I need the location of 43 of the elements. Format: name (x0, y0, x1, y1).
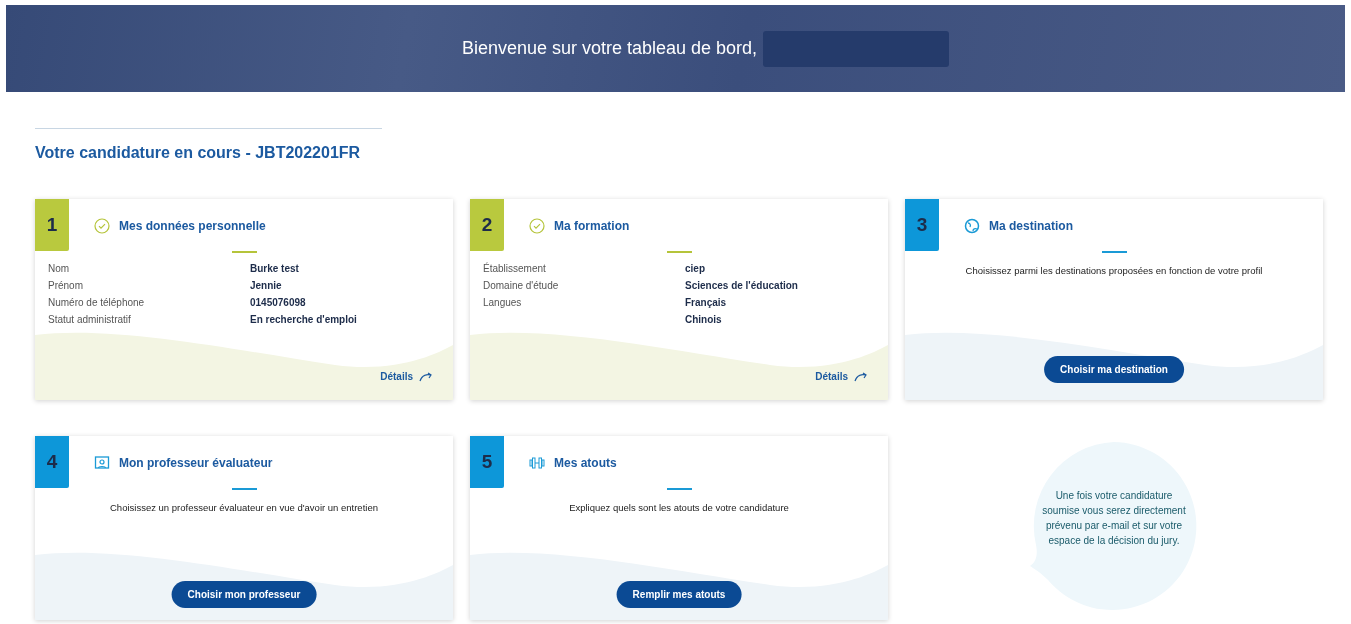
card-description: Expliquez quels sont les atouts de votre candidature (568, 502, 790, 513)
dumbbell-icon (529, 455, 545, 471)
field-value: ciep (685, 263, 706, 274)
step-number: 4 (35, 436, 69, 488)
info-text: Une fois votre candidature soumise vous serez directement prévenu par e-mail et sur votre espace de la décision du jury. (1042, 488, 1186, 548)
step-number: 3 (905, 199, 939, 251)
field-label: Numéro de téléphone (48, 297, 146, 308)
check-circle-icon (94, 218, 110, 234)
field-label: Prénom (48, 280, 84, 291)
card-title: Mes données personnelle (119, 219, 266, 233)
field-label: Établissement (483, 263, 547, 274)
field-value: Français (685, 297, 728, 308)
card-title: Mon professeur évaluateur (119, 456, 273, 470)
details-link[interactable]: Détails (815, 371, 868, 382)
card-description: Choisissez un professeur évaluateur en vue d'avoir un entretien (109, 502, 379, 513)
field-value: Jennie (250, 280, 283, 291)
step-number: 5 (470, 436, 504, 488)
step-number: 1 (35, 199, 69, 251)
field-value: Sciences de l'éducation (685, 280, 799, 291)
globe-icon (964, 218, 980, 234)
person-frame-icon (94, 455, 110, 471)
field-label: Nom (48, 263, 71, 274)
action-button[interactable]: Remplir mes atouts (616, 581, 742, 608)
welcome-text: Bienvenue sur votre tableau de bord, (461, 38, 758, 59)
card-title: Ma formation (554, 219, 630, 233)
step-number: 2 (470, 199, 504, 251)
action-button[interactable]: Choisir ma destination (1044, 356, 1184, 383)
card-title: Mes atouts (554, 456, 617, 470)
field-label: Statut administratif (48, 314, 132, 325)
action-button[interactable]: Choisir mon professeur (171, 581, 317, 608)
field-value: En recherche d'emploi (250, 314, 358, 325)
field-value: Burke test (250, 263, 300, 274)
field-value: 0145076098 (250, 297, 307, 308)
field-label: Domaine d'étude (483, 280, 560, 291)
curved-arrow-icon (854, 371, 868, 382)
details-link[interactable]: Détails (380, 371, 433, 382)
section-title: Votre candidature en cours - JBT202201FR (35, 144, 362, 162)
field-label: Langues (483, 297, 523, 310)
check-circle-icon (529, 218, 545, 234)
card-title: Ma destination (989, 219, 1073, 233)
field-value: Chinois (685, 314, 723, 325)
curved-arrow-icon (419, 371, 433, 382)
card-description: Choisissez parmi les destinations proposées en fonction de votre profil (964, 265, 1264, 276)
